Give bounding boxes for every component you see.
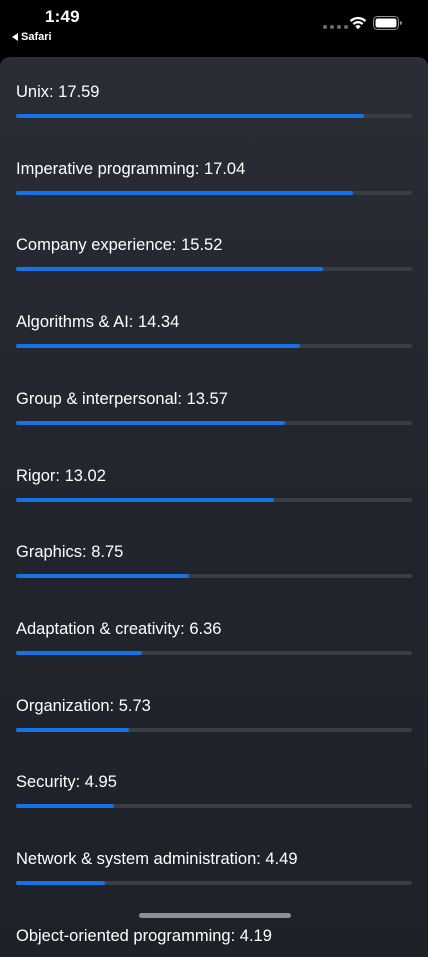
status-time: 1:49 — [45, 7, 80, 26]
score-item: Graphics: 8.75 — [16, 526, 412, 586]
home-indicator[interactable] — [139, 913, 291, 918]
score-item: Security: 4.95 — [16, 756, 412, 816]
score-bar-fill — [16, 727, 130, 732]
score-label: Algorithms & AI: 14.34 — [16, 313, 180, 332]
score-bar-fill — [16, 497, 274, 502]
score-item: Imperative programming: 17.04 — [16, 143, 412, 203]
score-label: Group & interpersonal: 13.57 — [16, 389, 228, 408]
score-item: Network & system administration: 4.49 — [16, 833, 412, 893]
score-item: Rigor: 13.02 — [16, 450, 412, 510]
score-bar-track — [16, 881, 412, 885]
status-bar: 1:49 Safari — [0, 0, 428, 56]
score-bar-track — [16, 574, 412, 579]
score-bar-track — [16, 497, 412, 502]
score-label: Object-oriented programming: 4.19 — [16, 926, 272, 945]
score-bar-fill — [16, 190, 354, 195]
score-bar-track — [16, 190, 412, 195]
score-item: Algorithms & AI: 14.34 — [16, 296, 412, 356]
score-label: Imperative programming: 17.04 — [16, 159, 246, 178]
score-item: Group & interpersonal: 13.57 — [16, 373, 412, 433]
score-bar-track — [16, 727, 412, 732]
score-bar-fill — [16, 574, 190, 579]
score-item: Organization: 5.73 — [16, 680, 412, 740]
score-bar-fill — [16, 804, 114, 809]
signal-icon — [323, 25, 348, 29]
score-bar-fill — [16, 420, 285, 425]
back-to-safari-link[interactable]: Safari — [12, 31, 52, 43]
score-bar-track — [16, 344, 412, 349]
score-bar-track — [16, 114, 412, 118]
score-bar-fill — [16, 114, 365, 118]
score-label: Company experience: 15.52 — [16, 236, 223, 255]
score-bar-track — [16, 267, 412, 272]
score-bar-fill — [16, 344, 300, 349]
score-bar-track — [16, 804, 412, 809]
battery-icon — [373, 16, 402, 30]
wifi-icon — [349, 16, 367, 30]
score-label: Graphics: 8.75 — [16, 543, 124, 562]
score-label: Unix: 17.59 — [16, 83, 100, 101]
score-label: Network & system administration: 4.49 — [16, 850, 298, 868]
back-arrow-icon — [12, 33, 18, 41]
score-label: Rigor: 13.02 — [16, 466, 106, 485]
score-item: Unix: 17.59 — [16, 66, 412, 126]
score-bar-fill — [16, 267, 324, 272]
score-item: Adaptation & creativity: 6.36 — [16, 603, 412, 663]
score-label: Organization: 5.73 — [16, 696, 151, 715]
scores-sheet[interactable]: Unix: 17.59 Imperative programming: 17.04… — [0, 57, 428, 957]
score-bar-track — [16, 650, 412, 655]
back-link-label: Safari — [21, 31, 52, 43]
score-bar-fill — [16, 881, 105, 885]
score-label: Adaptation & creativity: 6.36 — [16, 619, 222, 638]
score-bar-track — [16, 420, 412, 425]
score-label: Security: 4.95 — [16, 773, 117, 792]
score-bar-fill — [16, 650, 142, 655]
score-item: Company experience: 15.52 — [16, 219, 412, 279]
